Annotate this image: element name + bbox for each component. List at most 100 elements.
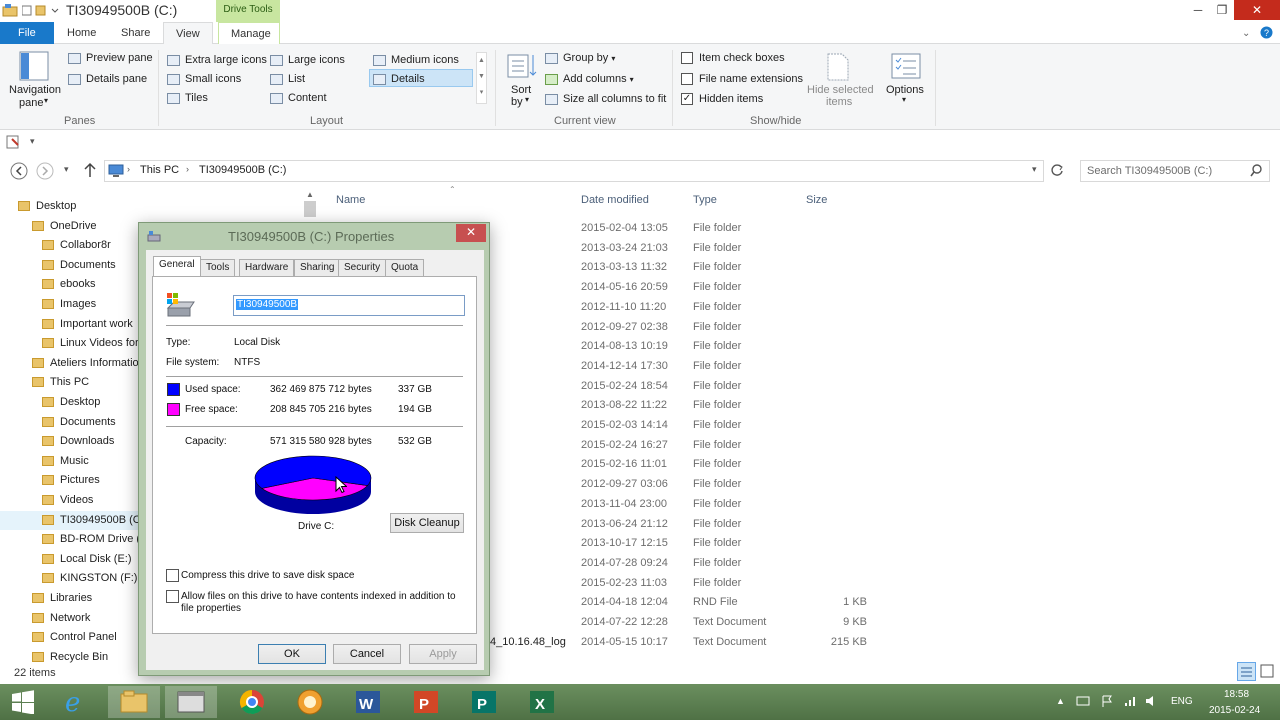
nav-item[interactable]: Desktop (0, 197, 300, 216)
tab-view[interactable]: View (163, 22, 213, 44)
taskbar-app-orange[interactable] (284, 686, 336, 718)
properties-quick-icon[interactable] (6, 135, 20, 149)
address-dropdown-icon[interactable]: ▾ (1032, 164, 1037, 175)
volume-label-input[interactable]: TI30949500B (233, 295, 465, 316)
close-button[interactable]: ✕ (1234, 0, 1280, 20)
breadcrumb-this-pc[interactable]: This PC (140, 164, 179, 176)
sort-by-button-line2[interactable]: by (511, 96, 523, 108)
search-input[interactable]: Search TI30949500B (C:) (1080, 160, 1270, 182)
navigation-pane-button-line2[interactable]: pane (19, 97, 43, 109)
index-label-line2[interactable]: file properties (181, 603, 241, 614)
taskbar-ie[interactable]: e (52, 686, 104, 718)
large-icons-view-button[interactable] (1259, 663, 1277, 681)
layout-large-icons[interactable]: Large icons (270, 54, 345, 66)
tab-home[interactable]: Home (55, 22, 108, 44)
layout-tiles[interactable]: Tiles (167, 92, 208, 104)
item-check-boxes-toggle[interactable]: Item check boxes (681, 52, 785, 65)
options-dropdown-icon[interactable]: ▾ (902, 95, 906, 104)
column-header-type[interactable]: Type (693, 194, 717, 206)
breadcrumb-drive[interactable]: TI30949500B (C:) (199, 164, 286, 176)
wifi-icon[interactable] (1123, 694, 1137, 708)
network-tray-icon[interactable] (1076, 694, 1090, 708)
add-columns-button[interactable]: Add columns ▾ (545, 73, 634, 85)
layout-content[interactable]: Content (270, 92, 327, 104)
layout-medium-icons[interactable]: Medium icons (373, 54, 459, 66)
show-hidden-icons-icon[interactable]: ▲ (1056, 696, 1065, 706)
tab-share[interactable]: Share (109, 22, 162, 44)
sort-by-dropdown-icon[interactable]: ▾ (525, 95, 529, 104)
file-name-extensions-checkbox[interactable] (681, 73, 693, 86)
input-language[interactable]: ENG (1171, 696, 1193, 707)
refresh-icon[interactable] (1050, 163, 1064, 177)
forward-icon[interactable] (36, 162, 54, 180)
tab-file[interactable]: File (0, 22, 54, 44)
breadcrumb-separator-icon[interactable]: › (127, 164, 130, 174)
volume-icon[interactable] (1144, 694, 1158, 708)
search-icon[interactable] (1250, 164, 1263, 177)
breadcrumb-separator-icon[interactable]: › (186, 164, 189, 174)
ok-button[interactable]: OK (258, 644, 326, 664)
disk-cleanup-button[interactable]: Disk Cleanup (390, 513, 464, 533)
clock-time[interactable]: 18:58 (1224, 689, 1249, 700)
tab-manage[interactable]: Manage (218, 22, 280, 44)
taskbar-chrome[interactable] (226, 686, 278, 718)
taskbar-properties-window[interactable] (165, 686, 217, 718)
navigation-pane-icon[interactable] (19, 51, 49, 81)
action-center-icon[interactable] (1100, 694, 1114, 708)
sort-by-icon[interactable] (507, 52, 537, 80)
item-check-boxes-checkbox[interactable] (681, 52, 693, 65)
layout-extra-large-icons[interactable]: Extra large icons (167, 54, 267, 66)
explorer-app-icon[interactable] (2, 3, 18, 17)
hide-selected-items-icon[interactable] (826, 52, 852, 82)
dialog-close-button[interactable]: ✕ (456, 224, 486, 242)
restore-button[interactable]: ❐ (1208, 0, 1236, 20)
dialog-tab-sharing[interactable]: Sharing (294, 259, 341, 276)
file-name-extensions-toggle[interactable]: File name extensions (681, 73, 803, 86)
taskbar-publisher[interactable]: P (458, 686, 510, 718)
options-icon[interactable] (891, 53, 921, 79)
compress-label[interactable]: Compress this drive to save disk space (181, 570, 354, 581)
index-label-line1[interactable]: Allow files on this drive to have conten… (181, 591, 456, 602)
quick-access-icons[interactable] (22, 4, 60, 16)
hidden-items-toggle[interactable]: ✓ Hidden items (681, 93, 763, 106)
details-pane-button[interactable]: Details pane (68, 73, 147, 85)
column-header-date[interactable]: Date modified (581, 194, 649, 206)
recent-locations-icon[interactable]: ▾ (64, 164, 69, 175)
cancel-button[interactable]: Cancel (333, 644, 401, 664)
navigation-pane-dropdown-icon[interactable]: ▾ (44, 96, 48, 105)
back-icon[interactable] (10, 162, 28, 180)
preview-pane-button[interactable]: Preview pane (68, 52, 153, 64)
column-header-name[interactable]: Name (336, 194, 365, 206)
customize-toolbar-icon[interactable]: ▾ (30, 136, 35, 147)
column-header-size[interactable]: Size (806, 194, 827, 206)
up-icon[interactable] (83, 162, 97, 178)
layout-small-icons[interactable]: Small icons (167, 73, 241, 85)
start-button-icon[interactable] (10, 690, 36, 714)
dialog-tab-security[interactable]: Security (338, 259, 387, 276)
help-icon[interactable]: ? (1260, 26, 1273, 39)
details-view-button[interactable] (1237, 662, 1256, 681)
dialog-tab-quota[interactable]: Quota (385, 259, 425, 276)
taskbar-word[interactable]: W (342, 686, 394, 718)
taskbar-file-explorer[interactable] (108, 686, 160, 718)
group-by-button[interactable]: Group by ▾ (545, 52, 615, 64)
dialog-tab-hardware[interactable]: Hardware (239, 259, 295, 276)
layout-details-item[interactable]: Details (373, 73, 425, 85)
compress-checkbox[interactable] (166, 569, 179, 582)
ribbon-collapse-icon[interactable]: ⌄ (1242, 28, 1250, 39)
clock-date[interactable]: 2015-02-24 (1209, 705, 1260, 716)
hide-selected-items-button-line2[interactable]: items (826, 96, 852, 108)
nav-scroll-thumb[interactable] (304, 201, 316, 217)
hide-selected-items-button[interactable]: Hide selected (807, 84, 874, 96)
dialog-tab-general[interactable]: General (153, 256, 201, 277)
dialog-tab-tools[interactable]: Tools (200, 259, 236, 276)
index-checkbox[interactable] (166, 590, 179, 603)
apply-button[interactable]: Apply (409, 644, 477, 664)
hidden-items-checkbox[interactable]: ✓ (681, 93, 693, 106)
layout-gallery-scroll[interactable]: ▲ ▼ ▾ (476, 52, 487, 104)
navigation-pane-button[interactable]: Navigation (9, 84, 61, 96)
taskbar-excel[interactable]: X (516, 686, 568, 718)
taskbar-powerpoint[interactable]: P (400, 686, 452, 718)
layout-list[interactable]: List (270, 73, 305, 85)
size-all-columns-button[interactable]: Size all columns to fit (545, 93, 666, 105)
